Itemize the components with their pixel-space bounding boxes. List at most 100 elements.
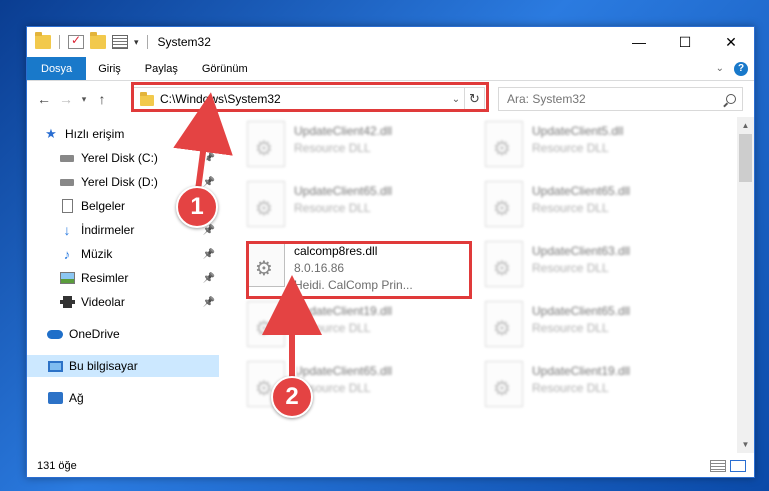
folder-icon [35,32,51,49]
sidebar-item[interactable]: Resimler 📌 [27,267,219,289]
computer-icon [47,359,63,373]
music-icon: ♪ [63,246,71,262]
properties-icon[interactable] [68,33,84,49]
file-name: UpdateClient5.dll [532,124,624,138]
file-item[interactable]: UpdateClient63.dll Resource DLL [485,241,715,293]
sidebar-item-label: Bu bilgisayar [69,359,138,373]
file-detail: Resource DLL [532,321,609,335]
file-name: UpdateClient19.dll [532,364,631,378]
vertical-scrollbar[interactable]: ▲ ▼ [737,117,754,453]
customize-toolbar-dropdown[interactable]: ▾ [134,37,139,48]
sidebar-item[interactable]: ★ Hızlı erişim [27,123,219,145]
scroll-up-icon[interactable]: ▲ [737,117,754,134]
expand-ribbon-chevron-icon[interactable]: ⌄ [716,63,724,74]
status-bar: 131 öğe [27,455,754,477]
video-icon [59,295,75,309]
file-name: UpdateClient63.dll [532,244,631,258]
file-detail: Resource DLL [532,261,609,275]
file-item[interactable]: UpdateClient19.dll Resource DLL [247,301,477,353]
file-item[interactable]: UpdateClient42.dll Resource DLL [247,121,477,173]
cloud-icon [47,327,63,341]
file-detail: Resource DLL [532,201,609,215]
up-arrow-icon[interactable]: ↑ [91,91,113,107]
tab-home[interactable]: Giriş [86,57,133,80]
dll-file-icon [485,301,523,347]
window-title: System32 [157,35,211,49]
back-arrow-icon[interactable]: ← [33,91,55,107]
minimize-button[interactable]: — [616,27,662,57]
file-highlight [246,241,472,299]
document-icon [59,199,75,213]
new-folder-icon[interactable] [90,32,106,49]
star-icon: ★ [45,126,57,141]
explorer-window: ▾ System32 — ☐ ✕ Dosya Giriş Paylaş Görü… [26,26,755,478]
file-item[interactable]: UpdateClient65.dll Resource DLL [247,181,477,233]
dll-file-icon [247,121,285,167]
window-controls: — ☐ ✕ [616,27,754,57]
toolbar-separator [146,35,148,49]
close-button[interactable]: ✕ [708,27,754,57]
file-detail: Resource DLL [294,201,371,215]
search-input[interactable] [507,92,707,106]
file-item[interactable]: UpdateClient65.dll Resource DLL [485,301,715,353]
pictures-icon [59,271,75,285]
file-item[interactable]: UpdateClient19.dll Resource DLL [485,361,715,413]
file-detail: Resource DLL [294,321,371,335]
ribbon-right: ⌄ ? [716,57,754,80]
scroll-down-icon[interactable]: ▼ [737,436,754,453]
tab-share[interactable]: Paylaş [133,57,190,80]
file-item[interactable]: UpdateClient65.dll Resource DLL [485,181,715,233]
drive-icon [59,175,75,189]
file-name: UpdateClient42.dll [294,124,393,138]
large-icons-view-icon[interactable] [730,460,746,472]
pin-icon[interactable]: 📌 [203,153,215,164]
sidebar-item[interactable]: OneDrive [27,323,219,345]
dll-file-icon [485,241,523,287]
recent-locations-chevron-icon[interactable]: ▾ [77,94,91,105]
sidebar-item-label: İndirmeler [81,223,135,237]
file-name: UpdateClient65.dll [294,364,393,378]
help-icon[interactable]: ? [734,61,748,76]
dll-file-icon [485,121,523,167]
address-highlight [131,82,489,112]
file-meta: UpdateClient5.dll Resource DLL [532,121,623,173]
sidebar-item-label: Videolar [81,295,125,309]
forward-arrow-icon[interactable]: → [55,91,77,107]
file-meta: UpdateClient65.dll Resource DLL [294,181,392,233]
sidebar-item-label: Ağ [69,391,84,405]
file-detail: Resource DLL [532,381,609,395]
file-meta: UpdateClient42.dll Resource DLL [294,121,392,173]
search-icon[interactable] [726,94,736,104]
sidebar-item-label: Müzik [81,247,113,261]
title-bar: ▾ System32 — ☐ ✕ [27,27,754,57]
item-count: 131 öğe [37,460,77,472]
search-box[interactable] [498,87,743,111]
file-name: UpdateClient65.dll [532,184,631,198]
file-name: UpdateClient65.dll [294,184,393,198]
view-switcher [710,460,754,472]
sidebar-item[interactable]: Ağ [27,387,219,409]
file-item[interactable]: UpdateClient5.dll Resource DLL [485,121,715,173]
view-icon[interactable] [112,35,128,49]
file-meta: UpdateClient19.dll Resource DLL [532,361,630,413]
callout-2: 2 [271,376,313,418]
tab-view[interactable]: Görünüm [190,57,260,80]
drive-icon [59,151,75,165]
pin-icon[interactable]: 📌 [203,249,215,260]
sidebar-item[interactable]: Bu bilgisayar [27,355,219,377]
sidebar-item[interactable]: ♪ Müzik 📌 [27,243,219,265]
sidebar-item[interactable]: Videolar 📌 [27,291,219,313]
sidebar-item[interactable]: Yerel Disk (C:) 📌 [27,147,219,169]
pin-icon[interactable]: 📌 [203,273,215,284]
scroll-thumb[interactable] [739,134,752,182]
dll-file-icon [247,181,285,227]
tab-file[interactable]: Dosya [27,57,87,80]
pin-icon[interactable]: 📌 [203,177,215,188]
maximize-button[interactable]: ☐ [662,27,708,57]
details-view-icon[interactable] [710,460,726,472]
callout-1: 1 [176,186,218,228]
toolbar-separator [59,35,60,49]
quick-access-toolbar: ▾ [27,32,150,49]
download-icon: ↓ [63,222,71,238]
pin-icon[interactable]: 📌 [203,297,215,308]
